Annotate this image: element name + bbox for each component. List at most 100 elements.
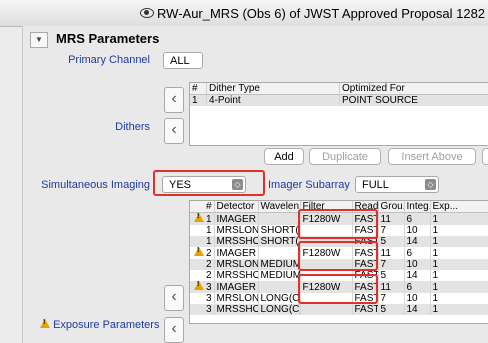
table-cell: POINT SOURCE bbox=[339, 94, 488, 106]
table-cell: 10 bbox=[404, 259, 431, 270]
table-cell: 11 bbox=[378, 281, 405, 293]
cell-text: 6 bbox=[406, 247, 413, 259]
insert-above-button[interactable]: Insert Above bbox=[388, 148, 476, 165]
col-header[interactable]: Optimized For bbox=[339, 83, 488, 95]
cell-text: 10 bbox=[406, 293, 418, 304]
cell-text: 1 bbox=[432, 293, 439, 304]
highlight-box bbox=[298, 274, 378, 304]
table-cell: 2 bbox=[190, 259, 215, 270]
col-header[interactable]: Wavelen... bbox=[258, 201, 301, 213]
cell-text: 2 bbox=[205, 259, 212, 270]
warning-icon bbox=[40, 319, 50, 328]
dithers-prev-button-2[interactable]: ‹ bbox=[164, 118, 184, 144]
simultaneous-imaging-label: Simultaneous Imaging bbox=[41, 179, 150, 191]
table-cell: MRSLONG bbox=[214, 259, 259, 270]
table-cell: MRSSHORT bbox=[214, 270, 259, 281]
cell-text: FAST bbox=[354, 304, 378, 315]
cell-text: 1 bbox=[432, 213, 439, 225]
table-cell: 1 bbox=[430, 281, 488, 293]
table-cell: 14 bbox=[404, 304, 431, 315]
cell-text: 5 bbox=[380, 304, 387, 315]
table-cell: 1 bbox=[430, 270, 488, 281]
table-cell: 6 bbox=[404, 247, 431, 259]
table-cell: LONG(C) bbox=[258, 304, 301, 315]
table-cell: 6 bbox=[404, 212, 431, 225]
table-cell: 3 bbox=[190, 293, 215, 304]
table-cell: MRSLONG bbox=[214, 293, 259, 304]
table-cell: 1 bbox=[430, 304, 488, 315]
table-cell: MEDIUM... bbox=[258, 259, 301, 270]
exposure-prev-button-2[interactable]: ‹ bbox=[164, 317, 184, 343]
col-header[interactable]: Integ... bbox=[404, 201, 431, 213]
cell-text: 2 bbox=[205, 248, 212, 259]
table-cell: 6 bbox=[404, 281, 431, 293]
table-cell: IMAGER bbox=[214, 212, 259, 225]
cell-text: 3 bbox=[205, 282, 212, 293]
cell-text: 3 bbox=[205, 304, 212, 315]
cell-text: 6 bbox=[406, 213, 413, 225]
table-cell: 1 bbox=[430, 225, 488, 236]
dithers-table[interactable]: # Dither Type Optimized For 1 4-Point PO… bbox=[189, 82, 488, 146]
collapse-toggle-icon[interactable]: ▼ bbox=[30, 32, 48, 48]
col-header[interactable]: Dither Type bbox=[206, 83, 340, 95]
dithers-prev-button[interactable]: ‹ bbox=[164, 87, 184, 113]
table-row[interactable]: 1 4-Point POINT SOURCE bbox=[190, 94, 488, 106]
eye-icon bbox=[140, 8, 154, 18]
cell-text: 1 bbox=[432, 281, 439, 293]
primary-channel-select[interactable]: ALL bbox=[163, 52, 203, 69]
table-cell: 7 bbox=[378, 259, 405, 270]
col-header[interactable]: Grou... bbox=[378, 201, 405, 213]
cell-text: MRSSHORT bbox=[216, 304, 258, 315]
duplicate-button[interactable]: Duplicate bbox=[309, 148, 381, 165]
add-button[interactable]: Add bbox=[264, 148, 304, 165]
col-header[interactable]: Detector bbox=[214, 201, 259, 213]
table-cell bbox=[300, 304, 353, 315]
table-cell bbox=[258, 247, 301, 259]
col-header[interactable]: # bbox=[190, 83, 207, 95]
cell-text: 2 bbox=[205, 270, 212, 281]
table-cell: 10 bbox=[404, 225, 431, 236]
warning-icon bbox=[193, 281, 204, 290]
col-header[interactable]: Exp... bbox=[430, 201, 488, 213]
cell-text: 5 bbox=[380, 236, 387, 247]
cell-text: 14 bbox=[406, 270, 418, 281]
dithers-header-row: # Dither Type Optimized For bbox=[190, 83, 488, 95]
table-cell: 5 bbox=[378, 304, 405, 315]
cell-text: IMAGER bbox=[216, 247, 256, 259]
cell-text: 1 bbox=[205, 225, 212, 236]
table-cell: MRSSHORT bbox=[214, 236, 259, 247]
imager-subarray-label: Imager Subarray bbox=[268, 179, 350, 191]
table-cell: 7 bbox=[378, 293, 405, 304]
cell-text: MEDIUM... bbox=[260, 259, 300, 270]
col-header[interactable]: # bbox=[190, 201, 215, 213]
cell-text: 10 bbox=[406, 259, 418, 270]
imager-subarray-select[interactable]: FULL ◇ bbox=[355, 176, 439, 193]
prev-icon: ‹ bbox=[171, 121, 177, 138]
table-cell: 4-Point bbox=[206, 94, 340, 106]
table-cell: MRSSHORT bbox=[214, 304, 259, 315]
table-cell: 11 bbox=[378, 212, 405, 225]
cell-text: 1 bbox=[432, 259, 439, 270]
warning-icon bbox=[193, 213, 204, 222]
table-cell: 1 bbox=[430, 236, 488, 247]
table-cell: 14 bbox=[404, 236, 431, 247]
table-cell: SHORT(A) bbox=[258, 225, 301, 236]
table-cell: MEDIUM... bbox=[258, 270, 301, 281]
more-button[interactable] bbox=[482, 148, 488, 165]
cell-text: 7 bbox=[380, 225, 387, 236]
prev-icon: ‹ bbox=[171, 90, 177, 107]
prev-icon: ‹ bbox=[171, 320, 177, 337]
table-cell: 1 bbox=[430, 247, 488, 259]
cell-text: 1 bbox=[205, 214, 212, 225]
cell-text: 14 bbox=[406, 304, 418, 315]
table-row[interactable]: 3 MRSSHORTLONG(C) FAST5 14 1 bbox=[190, 304, 488, 315]
exposure-prev-button[interactable]: ‹ bbox=[164, 285, 184, 311]
table-cell bbox=[258, 281, 301, 293]
cell-text: 5 bbox=[380, 270, 387, 281]
table-cell: 2 bbox=[190, 270, 215, 281]
cell-text: 1 bbox=[205, 236, 212, 247]
cell-text: SHORT(A) bbox=[260, 225, 300, 236]
highlight-box bbox=[298, 241, 378, 271]
table-cell: SHORT(A) bbox=[258, 236, 301, 247]
cell-text: 11 bbox=[380, 247, 391, 259]
